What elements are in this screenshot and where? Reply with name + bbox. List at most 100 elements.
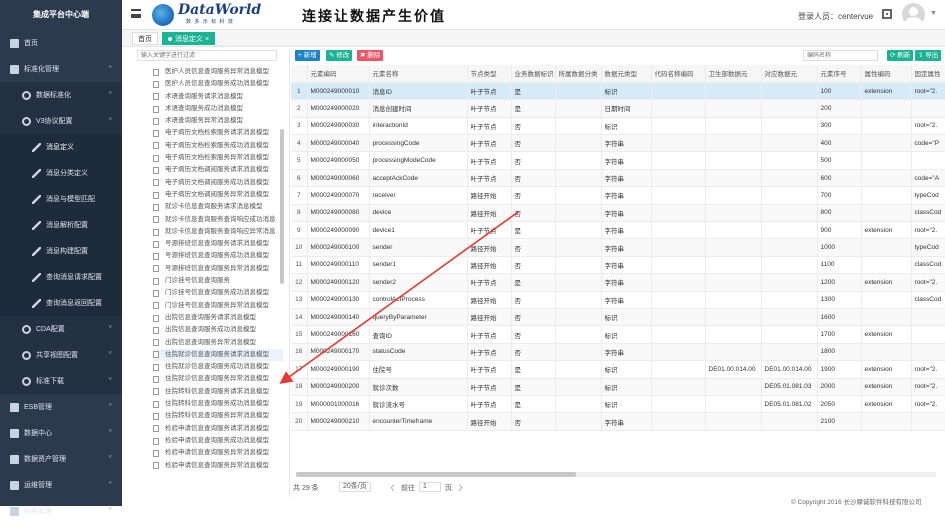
column-header[interactable]: 元素名称 xyxy=(369,65,468,83)
delete-button[interactable]: ✖ 删除 xyxy=(357,50,384,61)
sidebar-item-15[interactable]: 数据中心 ˅ xyxy=(0,420,122,446)
tree-node[interactable]: 号源排班信息查询服务请求消息模型 xyxy=(153,238,283,250)
table-row[interactable]: 6 M000249000060 acceptAckCode 叶子节点否 字符串 600 co… xyxy=(291,169,945,188)
tree-node[interactable]: 门诊挂号信息查询服务 xyxy=(153,275,283,287)
table-row[interactable]: 4 M000249000040 processingCode 叶子节点否 字符串 400 c… xyxy=(291,134,945,153)
column-header[interactable]: 卫生部数据元 xyxy=(705,65,762,83)
table-row[interactable]: 19 M000001000016 就诊流水号 叶子节点是 标识 DE05.01.081.0… xyxy=(291,395,945,414)
tree-node[interactable]: 检验申请信息查询服务异常消息模型 xyxy=(153,447,283,459)
tree-node[interactable]: 出院信息查询服务异常消息模型 xyxy=(153,337,283,349)
prev-page-button[interactable]: 〈 xyxy=(387,483,394,493)
column-header[interactable]: 固定属性 xyxy=(911,65,945,83)
sidebar-item-11[interactable]: CDA配置 ˅ xyxy=(0,316,122,342)
tree-node[interactable]: 门诊挂号信息查询服务成功消息模型 xyxy=(153,287,283,299)
column-header[interactable] xyxy=(291,65,308,83)
tree-node[interactable]: 检验申请信息查询服务异常消息模型 xyxy=(153,460,283,472)
tree-node[interactable]: 就诊卡信息查询服务请求消息模型 xyxy=(153,201,283,213)
page-size-select[interactable]: 20条/页 xyxy=(339,482,371,492)
tree-node[interactable]: 就诊卡信息查询服务查询响应成功消息 xyxy=(153,214,283,226)
tree-node[interactable]: 术语查询服务成功消息模型 xyxy=(153,103,283,115)
tree-node[interactable]: 电子病历文档检索服务异常消息模型 xyxy=(153,152,283,164)
sidebar-item-7[interactable]: 消息解析配置 xyxy=(0,212,122,238)
table-row[interactable]: 7 M000249000070 receiver 路径开始否 字符串 700 typeCod xyxy=(291,186,945,205)
tree-node[interactable]: 住院转科信息查询服务异常消息模型 xyxy=(153,410,283,422)
table-row[interactable]: 20 M000249000210 encounterTimeframe 路径开始否 字符… xyxy=(291,412,945,431)
next-page-button[interactable]: 〉 xyxy=(459,483,466,493)
sidebar-item-14[interactable]: ESB管理 ˅ xyxy=(0,394,122,420)
tree-node[interactable]: 就诊卡信息查询服务查询响应异常消息 xyxy=(153,226,283,238)
table-row[interactable]: 12 M000249000120 sender2 叶子节点是 字符串 1200 extens… xyxy=(291,273,945,292)
tree-node[interactable]: 号源排班信息查询服务异常消息模型 xyxy=(153,263,283,275)
tree-node[interactable]: 医护人员信息查询服务成功消息模型 xyxy=(153,78,283,90)
column-header[interactable]: 元素序号 xyxy=(817,65,862,83)
column-header[interactable]: 元素编码 xyxy=(307,65,370,83)
add-button[interactable]: + 新增 xyxy=(295,50,320,61)
close-icon[interactable]: × xyxy=(205,36,209,43)
fullscreen-icon[interactable] xyxy=(882,9,892,19)
sidebar-item-12[interactable]: 共享视图配置 ˅ xyxy=(0,342,122,368)
table-row[interactable]: 3 M000249000030 interactionId 叶子节点否 标识 300 roo… xyxy=(291,117,945,136)
sidebar-item-18[interactable]: 标准管理 ˅ xyxy=(0,498,122,524)
column-header[interactable]: 节点类型 xyxy=(467,65,512,83)
sidebar-item-5[interactable]: 消息分类定义 xyxy=(0,160,122,186)
export-button[interactable]: ⇪ 导出 xyxy=(915,50,942,61)
table-row[interactable]: 15 M000249000160 查询ID 叶子节点否 标识 1700 extension xyxy=(291,325,945,344)
sidebar-item-0[interactable]: 首页 xyxy=(0,30,122,56)
tree-node[interactable]: 住院转科信息查询服务请求消息模型 xyxy=(153,386,283,398)
sidebar-item-9[interactable]: 查询消息请求配置 xyxy=(0,264,122,290)
table-row[interactable]: 17 M000249000190 住院号 叶子节点是 标识 DE01.00.014.00 D… xyxy=(291,360,945,379)
tree-node[interactable]: 出院信息查询服务成功消息模型 xyxy=(153,324,283,336)
table-row[interactable]: 18 M000249000200 就诊次数 叶子节点是 标识 DE05.01.081.03… xyxy=(291,378,945,396)
tree-search-input[interactable] xyxy=(137,50,277,61)
tree-node[interactable]: 检验申请信息查询服务请求消息模型 xyxy=(153,423,283,435)
tree-node[interactable]: 住院就诊信息查询服务成功消息模型 xyxy=(153,361,283,373)
table-row[interactable]: 5 M000249000050 processingModeCode 叶子节点否 字符串… xyxy=(291,151,945,170)
sidebar-item-1[interactable]: 标准化管理 ˄ xyxy=(0,56,122,82)
column-header[interactable]: 所属数据分类 xyxy=(555,65,602,83)
tab-message-definition[interactable]: 消息定义 × xyxy=(162,32,216,45)
edit-button[interactable]: ✎ 修改 xyxy=(326,50,353,61)
column-header[interactable]: 对应数据元 xyxy=(761,65,818,83)
sidebar-item-3[interactable]: V3协议配置 ˄ xyxy=(0,108,122,134)
sidebar-item-17[interactable]: 运维管理 ˅ xyxy=(0,472,122,498)
tree-node[interactable]: 电子病历文档调阅服务成功消息模型 xyxy=(153,177,283,189)
column-header[interactable]: 数据元类型 xyxy=(601,65,652,83)
code-name-search-input[interactable] xyxy=(803,50,878,61)
tree-node[interactable]: 术语查询服务异常消息模型 xyxy=(153,115,283,127)
tree-node[interactable]: 检验申请信息查询服务成功消息模型 xyxy=(153,435,283,447)
tree-node[interactable]: 出院信息查询服务请求消息模型 xyxy=(153,312,283,324)
chevron-down-icon[interactable]: ▼ xyxy=(930,10,937,17)
refresh-button[interactable]: ⟳ 刷新 xyxy=(887,50,914,61)
tree-node[interactable]: 电子病历文档调阅服务请求消息模型 xyxy=(153,164,283,176)
tree-node[interactable]: 医护人员信息查询服务异常消息模型 xyxy=(153,66,283,78)
table-row[interactable]: 13 M000249000130 controlActProcess 路径开始否 字符串… xyxy=(291,291,945,309)
tree-node[interactable]: 电子病历文档检索服务成功消息模型 xyxy=(153,140,283,152)
table-row[interactable]: 10 M000249000100 sender 路径开始否 字符串 1000 typeCod xyxy=(291,238,945,257)
column-header[interactable]: 业务数据标识 xyxy=(511,65,556,83)
table-row[interactable]: 1 M000249000010 消息ID 叶子节点是 标识 100 extension roo… xyxy=(291,82,945,101)
sidebar-item-8[interactable]: 消息构建配置 xyxy=(0,238,122,264)
tree-node[interactable]: 电子病历文档检索服务请求消息模型 xyxy=(153,127,283,139)
avatar[interactable] xyxy=(902,3,925,26)
tree-node[interactable]: 门诊挂号信息查询服务异常消息模型 xyxy=(153,300,283,312)
tree-node[interactable]: 住院就诊信息查询服务请求消息模型 xyxy=(153,348,283,362)
column-header[interactable]: 代码名称编码 xyxy=(651,65,706,83)
tree-node[interactable]: 号源排班信息查询服务成功消息模型 xyxy=(153,250,283,262)
horizontal-scrollbar[interactable] xyxy=(296,472,936,477)
sidebar-item-16[interactable]: 数据资产管理 ˅ xyxy=(0,446,122,472)
sidebar-item-6[interactable]: 消息与模型匹配 xyxy=(0,186,122,212)
table-row[interactable]: 9 M000249000090 device1 叶子节点是 字符串 900 extensio… xyxy=(291,221,945,240)
table-row[interactable]: 14 M000249000140 queryByParameter 路径开始否 标识 16… xyxy=(291,308,945,327)
tree-scrollbar[interactable] xyxy=(280,129,284,284)
column-header[interactable]: 属性编码 xyxy=(861,65,912,83)
table-row[interactable]: 16 M000249000170 statusCode 叶子节点否 字符串 1800 xyxy=(291,343,945,362)
tree-node[interactable]: 住院转科信息查询服务成功消息模型 xyxy=(153,398,283,410)
table-row[interactable]: 8 M000249000080 device 路径开始否 字符串 800 classCod xyxy=(291,204,945,223)
tree-node[interactable]: 电子病历文档调阅服务异常消息模型 xyxy=(153,189,283,201)
sidebar-item-2[interactable]: 数据标准化 ˅ xyxy=(0,82,122,108)
tab-home[interactable]: 首页 xyxy=(132,32,158,45)
menu-toggle-icon[interactable] xyxy=(131,9,141,18)
page-input[interactable]: 1 xyxy=(419,482,441,492)
tree-node[interactable]: 术语查询服务请求消息模型 xyxy=(153,91,283,103)
table-row[interactable]: 2 M000249000020 消息创建时间 叶子节点是 日期时间 200 xyxy=(291,99,945,118)
